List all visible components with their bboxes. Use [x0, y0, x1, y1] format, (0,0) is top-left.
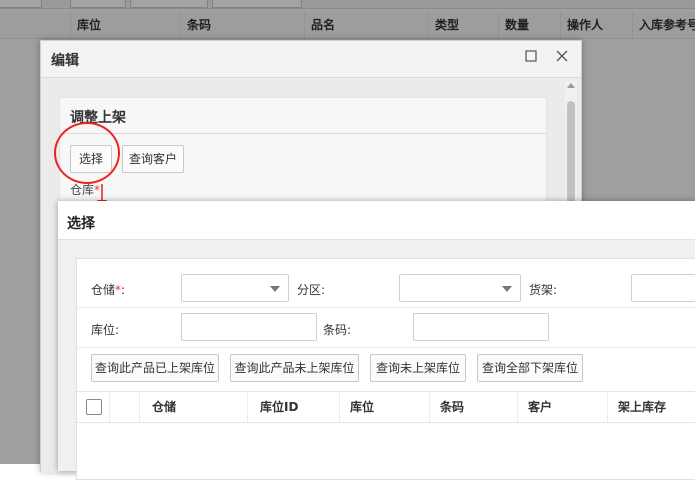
chevron-down-icon — [270, 286, 280, 292]
select-dialog-body: 仓储*: 分区: 货架: 库位: 条码: 查询此产品已上架库位 查询此产品未上架… — [58, 240, 695, 480]
warehouse-select[interactable] — [181, 274, 289, 302]
select-all-cell — [77, 392, 109, 422]
form-row-divider — [77, 307, 695, 308]
shelf-select[interactable] — [631, 274, 695, 302]
grid-col-location[interactable]: 库位 — [339, 392, 429, 422]
zone-label: 分区: — [297, 283, 326, 297]
warehouse-storage-label: 仓储*: — [91, 283, 126, 297]
search-form: 仓储*: 分区: 货架: 库位: 条码: 查询此产品已上架库位 查询此产品未上架… — [76, 258, 695, 480]
results-grid-header: 仓储 库位ID 库位 条码 客户 架上库存 — [77, 391, 695, 423]
chevron-down-icon — [502, 286, 512, 292]
grid-col-location-id[interactable]: 库位ID — [247, 392, 339, 422]
form-row-divider — [77, 347, 695, 348]
grid-col-barcode[interactable]: 条码 — [429, 392, 517, 422]
query-empty-locations-button[interactable]: 查询未上架库位 — [370, 354, 466, 382]
zone-select[interactable] — [399, 274, 521, 302]
barcode-input[interactable] — [413, 313, 549, 341]
barcode-label: 条码: — [323, 323, 352, 337]
query-all-unshelved-button[interactable]: 查询全部下架库位 — [477, 354, 583, 382]
shelf-label: 货架: — [529, 283, 558, 297]
grid-col-index — [109, 392, 139, 422]
grid-col-customer[interactable]: 客户 — [517, 392, 607, 422]
grid-col-warehouse[interactable]: 仓储 — [139, 392, 247, 422]
query-unshelved-locations-button[interactable]: 查询此产品未上架库位 — [230, 354, 359, 382]
query-shelved-locations-button[interactable]: 查询此产品已上架库位 — [91, 354, 219, 382]
select-dialog: 选择 仓储*: 分区: 货架: 库位: 条码: 查询此产品已上架库位 查询此产品… — [58, 201, 695, 480]
select-dialog-header: 选择 — [58, 201, 695, 240]
select-dialog-title: 选择 — [67, 216, 95, 232]
select-all-checkbox[interactable] — [86, 399, 102, 415]
location-input[interactable] — [181, 313, 317, 341]
location-label: 库位: — [91, 323, 120, 337]
grid-col-shelf-stock[interactable]: 架上库存 — [607, 392, 695, 422]
